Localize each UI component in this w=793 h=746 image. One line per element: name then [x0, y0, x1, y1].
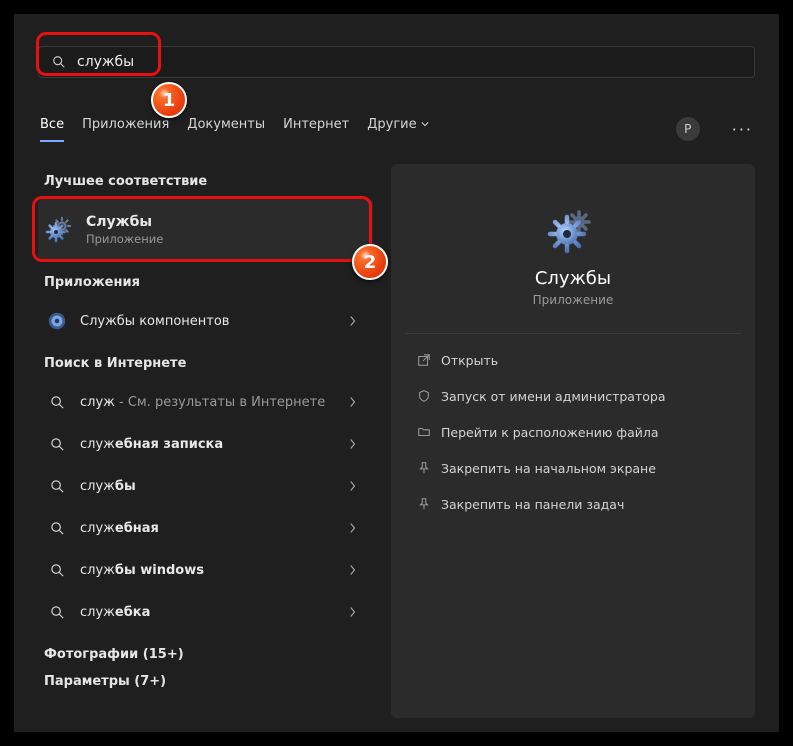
- web-result-3[interactable]: службы: [38, 465, 373, 507]
- web-result-1[interactable]: служ - См. результаты в Интернете: [38, 381, 373, 423]
- tab-other-label: Другие: [367, 117, 416, 132]
- action-label: Открыть: [441, 353, 498, 368]
- search-icon: [42, 429, 72, 459]
- web-result-label: служебка: [80, 605, 349, 620]
- web-result-label: службы: [80, 479, 349, 494]
- search-bar[interactable]: [38, 46, 755, 78]
- divider: [405, 333, 741, 334]
- best-match-result[interactable]: Службы Приложение: [38, 199, 373, 261]
- shield-icon: [413, 387, 435, 405]
- web-result-label: службы windows: [80, 563, 349, 578]
- best-match-subtitle: Приложение: [86, 232, 163, 246]
- gear-icon: [42, 212, 78, 248]
- app-result-component-services[interactable]: Службы компонентов: [38, 300, 373, 342]
- web-result-2[interactable]: служебная записка: [38, 423, 373, 465]
- web-search-label: Поиск в Интернете: [44, 356, 373, 371]
- pin-icon: [413, 495, 435, 513]
- app-gear-icon: [545, 202, 601, 258]
- pin-icon: [413, 459, 435, 477]
- preview-subtitle: Приложение: [409, 293, 737, 307]
- web-result-6[interactable]: служебка: [38, 591, 373, 633]
- avatar-letter: P: [684, 122, 691, 136]
- search-icon: [42, 597, 72, 627]
- tab-apps-label: Приложения: [82, 117, 169, 132]
- tab-web-label: Интернет: [283, 117, 349, 132]
- tab-other[interactable]: Другие: [367, 117, 428, 142]
- chevron-right-icon: [349, 606, 363, 618]
- search-icon: [51, 54, 67, 70]
- search-icon: [42, 387, 72, 417]
- action-pin-start[interactable]: Закрепить на начальном экране: [409, 450, 737, 486]
- chevron-right-icon: [349, 315, 363, 327]
- action-open[interactable]: Открыть: [409, 342, 737, 378]
- best-match-title: Службы: [86, 214, 163, 230]
- folder-icon: [413, 423, 435, 441]
- tab-apps[interactable]: Приложения: [82, 117, 169, 142]
- component-services-icon: [42, 306, 72, 336]
- chevron-right-icon: [349, 438, 363, 450]
- search-icon: [42, 471, 72, 501]
- action-pin-taskbar[interactable]: Закрепить на панели задач: [409, 486, 737, 522]
- chevron-down-icon: [421, 120, 429, 128]
- tab-web[interactable]: Интернет: [283, 117, 349, 142]
- apps-label: Приложения: [44, 275, 373, 290]
- action-label: Закрепить на начальном экране: [441, 461, 656, 476]
- photos-section[interactable]: Фотографии (15+): [44, 647, 373, 662]
- action-label: Запуск от имени администратора: [441, 389, 665, 404]
- open-icon: [413, 351, 435, 369]
- filter-tabs: Все Приложения Документы Интернет Другие…: [40, 114, 753, 144]
- web-result-5[interactable]: службы windows: [38, 549, 373, 591]
- results-column: Лучшее соответствие Службы Приложение: [38, 164, 373, 718]
- chevron-right-icon: [349, 522, 363, 534]
- action-label: Перейти к расположению файла: [441, 425, 659, 440]
- account-avatar[interactable]: P: [676, 117, 700, 141]
- web-result-4[interactable]: служебная: [38, 507, 373, 549]
- chevron-right-icon: [349, 480, 363, 492]
- best-match-label: Лучшее соответствие: [44, 174, 373, 189]
- params-section[interactable]: Параметры (7+): [44, 674, 373, 689]
- preview-title: Службы: [409, 268, 737, 289]
- preview-pane: Службы Приложение Открыть Запуск от имен…: [391, 164, 755, 718]
- tab-documents[interactable]: Документы: [187, 117, 265, 142]
- web-result-label: служебная: [80, 521, 349, 536]
- chevron-right-icon: [349, 396, 363, 408]
- tab-all[interactable]: Все: [40, 117, 64, 142]
- tab-all-label: Все: [40, 117, 64, 132]
- more-button[interactable]: ···: [732, 120, 753, 139]
- app-result-label: Службы компонентов: [80, 314, 349, 329]
- action-run-as-admin[interactable]: Запуск от имени администратора: [409, 378, 737, 414]
- action-label: Закрепить на панели задач: [441, 497, 624, 512]
- search-icon: [42, 513, 72, 543]
- web-result-label: служебная записка: [80, 437, 349, 452]
- web-result-label: служ - См. результаты в Интернете: [80, 395, 349, 410]
- chevron-right-icon: [349, 564, 363, 576]
- search-input[interactable]: [77, 54, 742, 70]
- action-file-location[interactable]: Перейти к расположению файла: [409, 414, 737, 450]
- tab-documents-label: Документы: [187, 117, 265, 132]
- search-icon: [42, 555, 72, 585]
